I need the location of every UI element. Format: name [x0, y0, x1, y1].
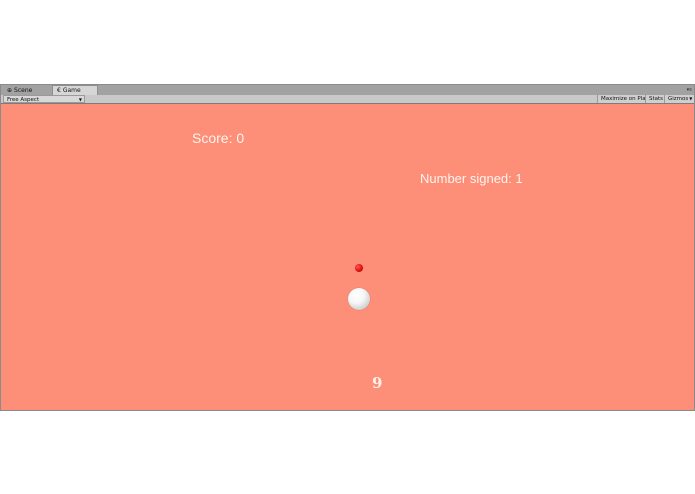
tab-scene[interactable]: ⊕ Scene: [3, 86, 51, 95]
window-menu-icon[interactable]: ▾≡: [687, 87, 692, 93]
red-dot-target: [355, 264, 363, 272]
number-signed-text: Number signed: 1: [420, 171, 523, 186]
gizmos-button[interactable]: Gizmos▼: [664, 95, 694, 103]
tab-scene-label: Scene: [14, 87, 33, 94]
chevron-down-icon: ▼: [78, 97, 82, 102]
bottom-number-text: 9: [372, 374, 383, 392]
gizmos-button-label: Gizmos: [668, 96, 689, 102]
maximize-on-play-button[interactable]: Maximize on Play: [597, 95, 649, 103]
chevron-down-icon: ▼: [689, 96, 693, 101]
scene-icon: ⊕: [7, 87, 13, 94]
unity-editor-window: ⊕ Scene € Game ▾≡ Free Aspect ▼ Maximize o…: [0, 84, 695, 411]
game-toolbar: Free Aspect ▼ Maximize on Play Stats Giz…: [1, 95, 694, 104]
white-ball: [348, 288, 370, 310]
aspect-dropdown[interactable]: Free Aspect ▼: [3, 95, 85, 103]
stats-button[interactable]: Stats: [645, 95, 664, 103]
game-view[interactable]: Score: 0 Number signed: 1 9: [1, 104, 694, 410]
aspect-dropdown-label: Free Aspect: [7, 97, 40, 103]
tab-game-label: Game: [62, 87, 81, 94]
game-icon: €: [57, 87, 61, 94]
score-text: Score: 0: [192, 130, 245, 146]
